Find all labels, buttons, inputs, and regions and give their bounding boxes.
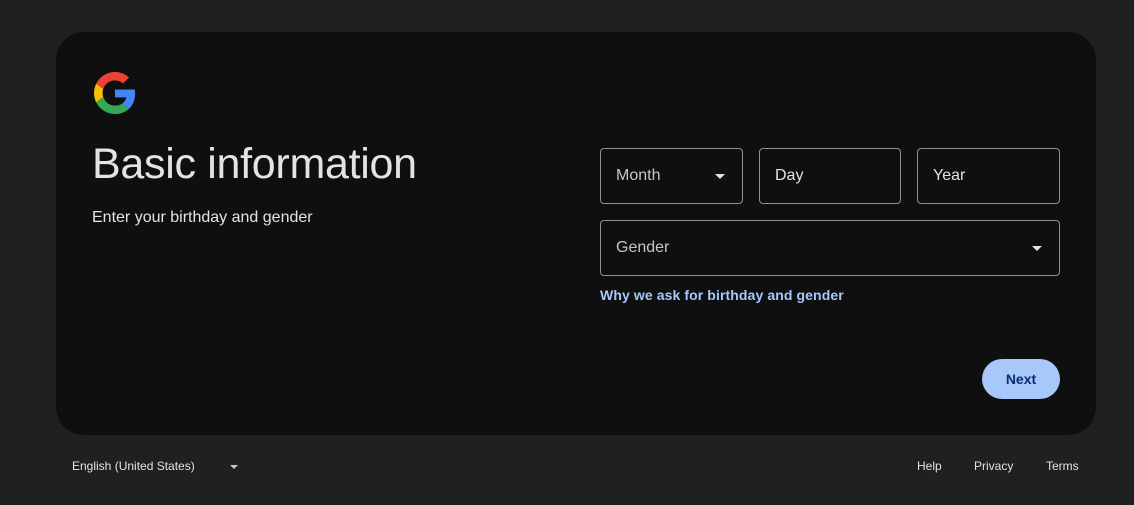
month-select[interactable]: Month bbox=[600, 148, 743, 204]
year-input[interactable]: Year bbox=[917, 148, 1060, 204]
page-title: Basic information bbox=[92, 140, 417, 188]
signup-card: Basic information Enter your birthday an… bbox=[56, 32, 1096, 435]
dropdown-arrow-icon bbox=[715, 174, 725, 179]
help-link[interactable]: Help bbox=[917, 459, 942, 473]
why-we-ask-link[interactable]: Why we ask for birthday and gender bbox=[600, 287, 844, 303]
year-input-label: Year bbox=[933, 167, 966, 184]
gender-select-label: Gender bbox=[616, 239, 670, 256]
dropdown-arrow-icon bbox=[1032, 246, 1042, 251]
chevron-down-icon[interactable] bbox=[230, 465, 238, 469]
terms-link[interactable]: Terms bbox=[1046, 459, 1079, 473]
month-select-label: Month bbox=[616, 167, 661, 184]
day-input[interactable]: Day bbox=[759, 148, 901, 204]
page-subtitle: Enter your birthday and gender bbox=[92, 209, 313, 226]
gender-select[interactable]: Gender bbox=[600, 220, 1060, 276]
next-button[interactable]: Next bbox=[982, 359, 1060, 399]
privacy-link[interactable]: Privacy bbox=[974, 459, 1013, 473]
day-input-label: Day bbox=[775, 167, 804, 184]
language-selector[interactable]: English (United States) bbox=[72, 459, 195, 473]
google-logo-icon bbox=[94, 72, 136, 114]
